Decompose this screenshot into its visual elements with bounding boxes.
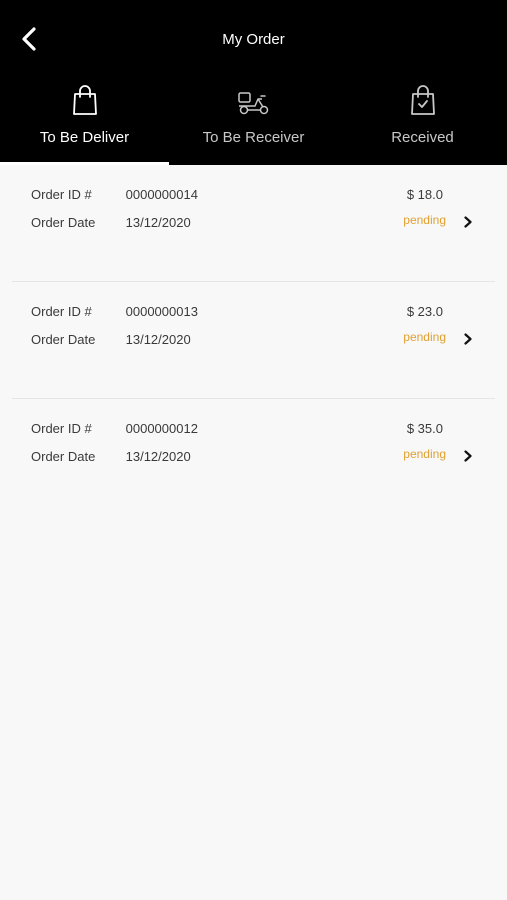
order-date-value: 13/12/2020	[125, 215, 191, 230]
order-price: $ 35.0	[406, 421, 443, 436]
order-id-label: Order ID #	[31, 421, 92, 436]
chevron-right-icon[interactable]	[463, 216, 473, 228]
order-id-row: Order ID # 0000000014	[31, 187, 198, 202]
order-id-row: Order ID # 0000000012	[31, 421, 198, 436]
chevron-right-icon[interactable]	[463, 333, 473, 345]
order-list: Order ID # 0000000014 Order Date 13/12/2…	[0, 165, 507, 516]
delivery-scooter-icon	[237, 80, 271, 116]
page-title: My Order	[222, 31, 285, 48]
order-status: pending	[403, 213, 446, 227]
shopping-bag-icon	[72, 80, 98, 116]
tab-label: Received	[391, 129, 454, 146]
order-tabs: To Be Deliver To Be Receiver Received	[0, 80, 507, 165]
order-id-label: Order ID #	[31, 304, 92, 319]
order-price: $ 23.0	[406, 304, 443, 319]
tab-to-be-receiver[interactable]: To Be Receiver	[169, 80, 338, 165]
chevron-right-icon[interactable]	[463, 450, 473, 462]
order-date-label: Order Date	[31, 332, 96, 347]
order-price: $ 18.0	[406, 187, 443, 202]
order-id-value: 0000000014	[125, 187, 198, 202]
order-id-row: Order ID # 0000000013	[31, 304, 198, 319]
tab-label: To Be Receiver	[202, 129, 305, 146]
order-date-value: 13/12/2020	[125, 332, 191, 347]
order-date-row: Order Date 13/12/2020	[31, 449, 191, 464]
order-date-row: Order Date 13/12/2020	[31, 215, 191, 230]
order-list-item[interactable]: Order ID # 0000000012 Order Date 13/12/2…	[0, 399, 507, 516]
order-id-label: Order ID #	[31, 187, 92, 202]
order-id-value: 0000000012	[125, 421, 198, 436]
order-list-item[interactable]: Order ID # 0000000014 Order Date 13/12/2…	[0, 165, 507, 282]
tab-label: To Be Deliver	[39, 129, 130, 146]
order-list-item[interactable]: Order ID # 0000000013 Order Date 13/12/2…	[0, 282, 507, 399]
order-status: pending	[403, 330, 446, 344]
order-date-label: Order Date	[31, 215, 96, 230]
order-status: pending	[403, 447, 446, 461]
tab-to-be-deliver[interactable]: To Be Deliver	[0, 80, 169, 165]
tab-received[interactable]: Received	[338, 80, 507, 165]
order-date-label: Order Date	[31, 449, 96, 464]
order-date-value: 13/12/2020	[125, 449, 191, 464]
app-header: My Order To Be Deliver To Be Receiver Re…	[0, 0, 507, 165]
bag-check-icon	[410, 80, 436, 116]
order-id-value: 0000000013	[125, 304, 198, 319]
order-date-row: Order Date 13/12/2020	[31, 332, 191, 347]
